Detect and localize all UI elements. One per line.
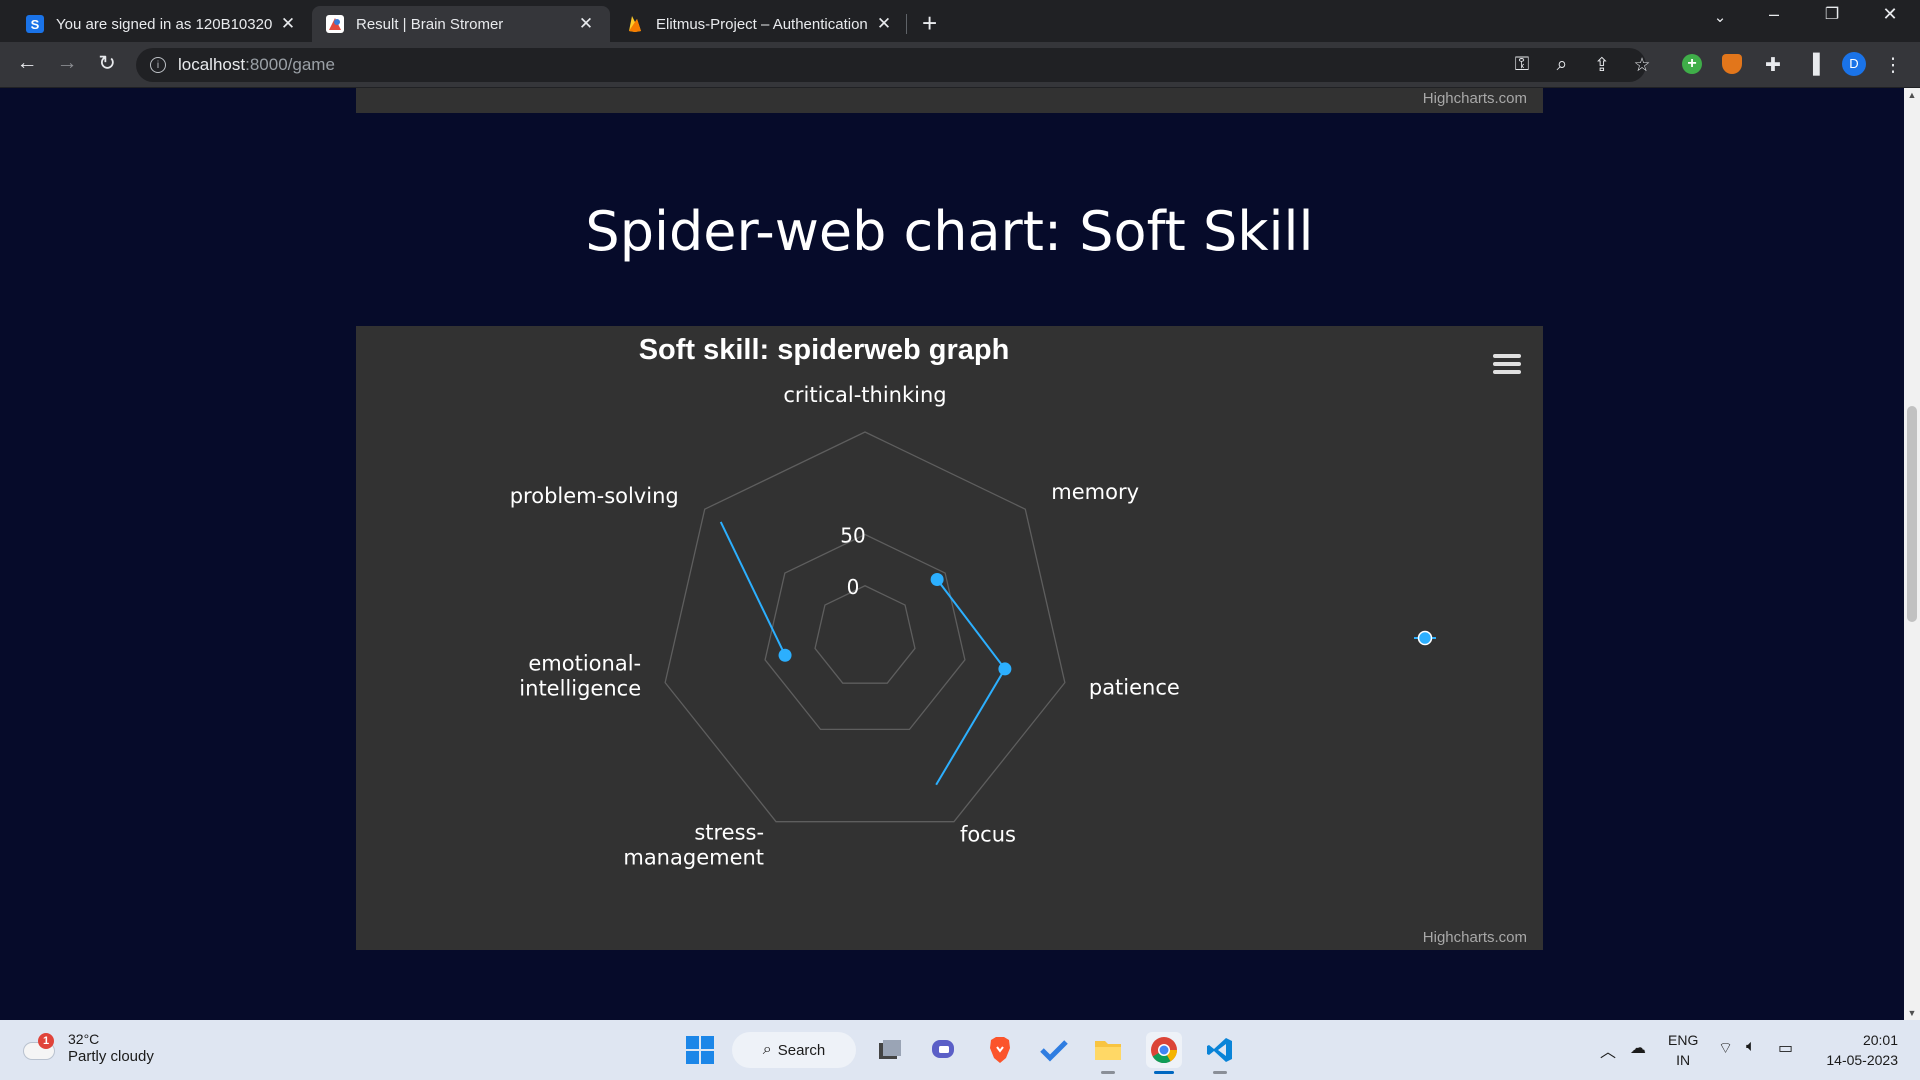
spiderweb-chart-container: Soft skill: spiderweb graph 0 50 critical-t…	[356, 326, 1543, 950]
weather-temperature: 32°C	[68, 1031, 100, 1047]
category-label: intelligence	[519, 677, 641, 701]
category-label: emotional-	[528, 652, 641, 676]
radar-chart: Soft skill: spiderweb graph 0 50 critical-t…	[510, 334, 1436, 870]
chart-title: Soft skill: spiderweb graph	[639, 334, 1010, 366]
search-icon: ⌕	[762, 1041, 772, 1058]
series-line	[719, 521, 786, 656]
url-path: :8000/game	[245, 55, 335, 74]
running-indicator	[1101, 1071, 1115, 1074]
highcharts-credit[interactable]: Highcharts.com	[1423, 929, 1527, 946]
grid-ring-0	[814, 585, 916, 684]
lang-line1: ENG	[1668, 1032, 1699, 1048]
address-bar[interactable]: i localhost:8000/game	[136, 48, 1646, 82]
new-tab-plus-icon[interactable]: +	[922, 8, 937, 39]
notification-badge: 1	[38, 1033, 54, 1049]
previous-chart-container: Highcharts.com	[356, 88, 1543, 113]
clock-date: 14-05-2023	[1826, 1052, 1898, 1068]
running-indicator	[1213, 1071, 1227, 1074]
volume-icon[interactable]: 🔈︎	[1746, 1038, 1756, 1056]
back-arrow-icon[interactable]: ←	[12, 51, 42, 75]
category-label: stress-	[694, 821, 764, 845]
active-indicator	[1154, 1071, 1174, 1074]
browser-tab-bar: S You are signed in as 120B10320 ✕ Resul…	[0, 0, 1920, 42]
onedrive-offline-icon[interactable]: ☁	[1630, 1038, 1646, 1058]
restore-icon[interactable]: ❐	[1812, 4, 1852, 24]
brain-stromer-favicon	[326, 15, 344, 33]
grid-ring-1	[764, 533, 966, 730]
legend-marker	[1417, 630, 1433, 646]
close-window-icon[interactable]: ✕	[1870, 4, 1910, 25]
close-icon[interactable]: ✕	[576, 14, 596, 34]
weather-condition: Partly cloudy	[68, 1048, 154, 1065]
tab-title: Elitmus-Project – Authentication	[656, 15, 868, 33]
tab-result-brain-stromer[interactable]: Result | Brain Stromer ✕	[312, 6, 610, 42]
taskbar-search-button[interactable]: ⌕ Search	[732, 1032, 856, 1068]
battery-icon[interactable]: ▭	[1778, 1038, 1793, 1058]
key-icon[interactable]: ⚿	[1509, 54, 1535, 76]
category-label: memory	[1051, 480, 1139, 504]
vscode-icon[interactable]	[1202, 1032, 1238, 1074]
brave-browser-icon[interactable]	[982, 1032, 1018, 1068]
start-windows-icon[interactable]	[682, 1032, 718, 1068]
tab-signed-in[interactable]: S You are signed in as 120B10320 ✕	[12, 6, 312, 42]
radial-tick-label: 0	[847, 575, 860, 599]
clock-time: 20:01	[1862, 1032, 1898, 1048]
category-label: patience	[1089, 676, 1180, 700]
share-icon[interactable]: ⇪	[1589, 54, 1615, 77]
teams-chat-icon[interactable]	[926, 1032, 962, 1068]
category-label: management	[623, 846, 764, 870]
zoom-icon[interactable]: ⌕	[1549, 54, 1575, 76]
lang-line2: IN	[1676, 1052, 1691, 1068]
todo-check-icon[interactable]	[1036, 1032, 1072, 1068]
scroll-down-arrow-icon[interactable]: ▼	[1904, 1008, 1920, 1018]
tab-favicon-s: S	[26, 15, 44, 33]
forward-arrow-icon[interactable]: →	[52, 51, 82, 75]
chart-menu-hamburger-icon[interactable]	[1493, 354, 1521, 376]
windows-taskbar: 1 32°C Partly cloudy ⌕ Search ︿ ☁ ENG IN…	[0, 1020, 1920, 1080]
series-point	[778, 648, 792, 662]
wifi-icon[interactable]: ⌔	[1718, 1038, 1733, 1058]
section-title: Spider-web chart: Soft Skill	[585, 200, 1314, 263]
reload-icon[interactable]: ↻	[92, 51, 122, 76]
tray-chevron-up-icon[interactable]: ︿	[1600, 1038, 1616, 1062]
chrome-browser-icon[interactable]	[1146, 1032, 1182, 1074]
profile-avatar[interactable]: D	[1842, 52, 1866, 76]
page-content: Highcharts.com Spider-web chart: Soft Sk…	[0, 88, 1904, 1020]
url-host: localhost	[178, 55, 246, 74]
tab-elitmus-authentication[interactable]: Elitmus-Project – Authentication ✕	[612, 6, 908, 42]
site-info-icon[interactable]: i	[150, 57, 166, 73]
category-label: critical-thinking	[783, 383, 946, 407]
partly-cloudy-icon: 1	[24, 1033, 58, 1063]
scrollbar-thumb[interactable]	[1907, 406, 1917, 622]
series-point	[930, 572, 944, 586]
minimize-icon[interactable]: –	[1754, 4, 1794, 25]
tab-separator	[906, 14, 907, 34]
file-explorer-folder-icon[interactable]	[1090, 1032, 1126, 1074]
search-label: Search	[777, 1041, 826, 1059]
input-language[interactable]: ENG IN	[1668, 1030, 1698, 1070]
page-scrollbar[interactable]: ▲ ▼	[1904, 88, 1920, 1020]
metamask-fox-icon[interactable]	[1722, 54, 1742, 74]
grid-ring-2	[664, 431, 1066, 823]
category-label: problem-solving	[510, 484, 679, 508]
highcharts-credit[interactable]: Highcharts.com	[1423, 90, 1527, 107]
extensions-puzzle-icon[interactable]: ✚	[1760, 54, 1786, 77]
system-clock[interactable]: 20:01 14-05-2023	[1818, 1030, 1898, 1070]
scroll-up-arrow-icon[interactable]: ▲	[1904, 90, 1920, 100]
radial-tick-label: 50	[840, 524, 865, 548]
tab-title: Result | Brain Stromer	[356, 15, 504, 33]
side-panel-icon[interactable]: ▐	[1800, 54, 1826, 76]
category-label: focus	[960, 823, 1016, 847]
weather-widget[interactable]: 1 32°C Partly cloudy	[24, 1030, 154, 1066]
tab-title: You are signed in as 120B10320	[56, 15, 273, 33]
more-menu-icon[interactable]: ⋮	[1880, 54, 1906, 77]
task-view-icon[interactable]	[872, 1032, 908, 1068]
close-icon[interactable]: ✕	[874, 14, 894, 34]
firebase-favicon	[626, 15, 644, 33]
tab-search-chevron-icon[interactable]: ⌄	[1700, 8, 1740, 26]
bookmark-star-icon[interactable]: ☆	[1629, 54, 1655, 77]
extension-plus-icon[interactable]: +	[1682, 54, 1702, 74]
series-point	[998, 662, 1012, 676]
close-icon[interactable]: ✕	[278, 14, 298, 34]
